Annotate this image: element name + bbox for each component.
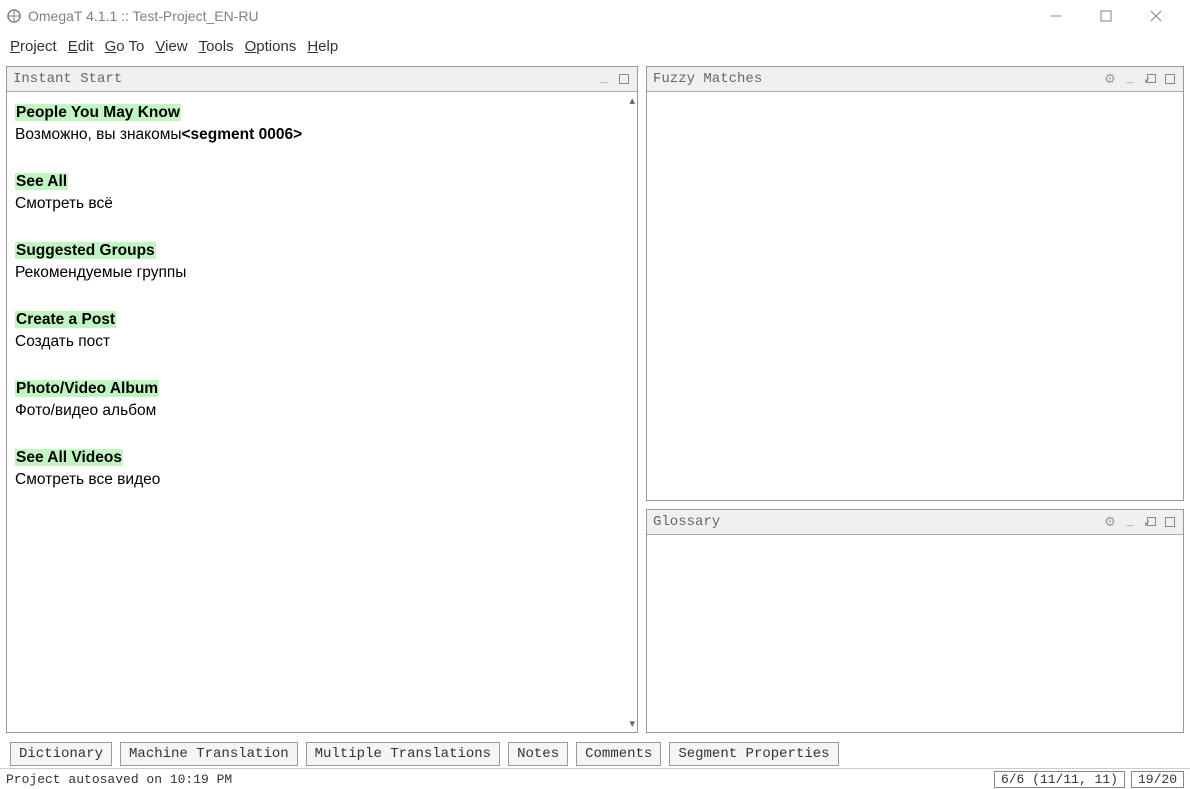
fuzzy-body[interactable] [647,92,1183,500]
segment-target[interactable]: Возможно, вы знакомы [15,126,182,143]
menu-view[interactable]: View [155,38,187,55]
window-title: OmegaT 4.1.1 :: Test-Project_EN-RU [28,8,1042,24]
segment-source: Suggested Groups [15,242,156,259]
segment-counter: 6/6 (11/11, 11) [994,771,1125,788]
editor-panel-title: Instant Start [13,71,597,87]
glossary-panel-header: Glossary _ [647,510,1183,535]
tab-multiple-translations[interactable]: Multiple Translations [306,742,500,766]
segment-marker: <segment 0006> [182,126,303,143]
menu-bar: Project Edit Go To View Tools Options He… [0,32,1190,60]
segment-source: See All Videos [15,449,123,466]
segment-block[interactable]: Suggested Groups Рекомендуемые группы [15,240,629,285]
fuzzy-panel-title: Fuzzy Matches [653,71,1103,87]
app-icon [6,8,22,24]
segment-source: Photo/Video Album [15,380,159,397]
title-bar: OmegaT 4.1.1 :: Test-Project_EN-RU [0,0,1190,32]
maximize-button[interactable] [1092,4,1120,28]
fuzzy-matches-panel: Fuzzy Matches _ [646,66,1184,501]
scroll-down-icon[interactable]: ▾ [629,717,635,730]
editor-body[interactable]: People You May Know Возможно, вы знакомы<… [7,92,637,732]
menu-options[interactable]: Options [245,38,297,55]
segment-source: People You May Know [15,104,181,121]
segment-source: See All [15,173,68,190]
segment-target[interactable]: Смотреть всё [15,195,113,212]
tab-segment-properties[interactable]: Segment Properties [669,742,838,766]
segment-block[interactable]: See All Videos Смотреть все видео [15,447,629,492]
tab-notes[interactable]: Notes [508,742,568,766]
panel-minimize-icon[interactable]: _ [1123,515,1137,529]
panel-maximize-icon[interactable] [1163,515,1177,529]
editor-panel: Instant Start _ People You May Know Возмо… [6,66,638,733]
glossary-panel-title: Glossary [653,514,1103,530]
menu-edit[interactable]: Edit [68,38,94,55]
tab-dictionary[interactable]: Dictionary [10,742,112,766]
panel-maximize-icon[interactable] [617,72,631,86]
status-message: Project autosaved on 10:19 PM [6,772,988,787]
segment-block[interactable]: Photo/Video Album Фото/видео альбом [15,378,629,423]
gear-icon[interactable] [1103,72,1117,86]
segment-block[interactable]: See All Смотреть всё [15,171,629,216]
panel-maximize-icon[interactable] [1163,72,1177,86]
scrollbar[interactable]: ▴ ▾ [621,92,637,732]
segment-target[interactable]: Фото/видео альбом [15,402,156,419]
glossary-body[interactable] [647,535,1183,732]
gear-icon[interactable] [1103,515,1117,529]
segment-target[interactable]: Рекомендуемые группы [15,264,186,281]
status-bar: Project autosaved on 10:19 PM 6/6 (11/11… [0,768,1190,789]
menu-tools[interactable]: Tools [199,38,234,55]
scroll-up-icon[interactable]: ▴ [629,94,635,107]
panel-popout-icon[interactable] [1143,72,1157,86]
panel-minimize-icon[interactable]: _ [597,72,611,86]
menu-help[interactable]: Help [307,38,338,55]
glossary-panel: Glossary _ [646,509,1184,733]
panel-popout-icon[interactable] [1143,515,1157,529]
segment-target[interactable]: Смотреть все видео [15,471,160,488]
bottom-tab-bar: Dictionary Machine Translation Multiple … [0,739,1190,768]
menu-goto[interactable]: Go To [105,38,145,55]
segment-source: Create a Post [15,311,116,328]
tab-comments[interactable]: Comments [576,742,661,766]
workspace: Instant Start _ People You May Know Возмо… [0,60,1190,739]
segment-block[interactable]: Create a Post Создать пост [15,309,629,354]
segment-target[interactable]: Создать пост [15,333,110,350]
segment-block[interactable]: People You May Know Возможно, вы знакомы<… [15,102,629,147]
menu-project[interactable]: Project [10,38,57,55]
close-button[interactable] [1142,4,1170,28]
editor-panel-header: Instant Start _ [7,67,637,92]
panel-minimize-icon[interactable]: _ [1123,72,1137,86]
file-counter: 19/20 [1131,771,1184,788]
tab-machine-translation[interactable]: Machine Translation [120,742,298,766]
fuzzy-panel-header: Fuzzy Matches _ [647,67,1183,92]
minimize-button[interactable] [1042,4,1070,28]
